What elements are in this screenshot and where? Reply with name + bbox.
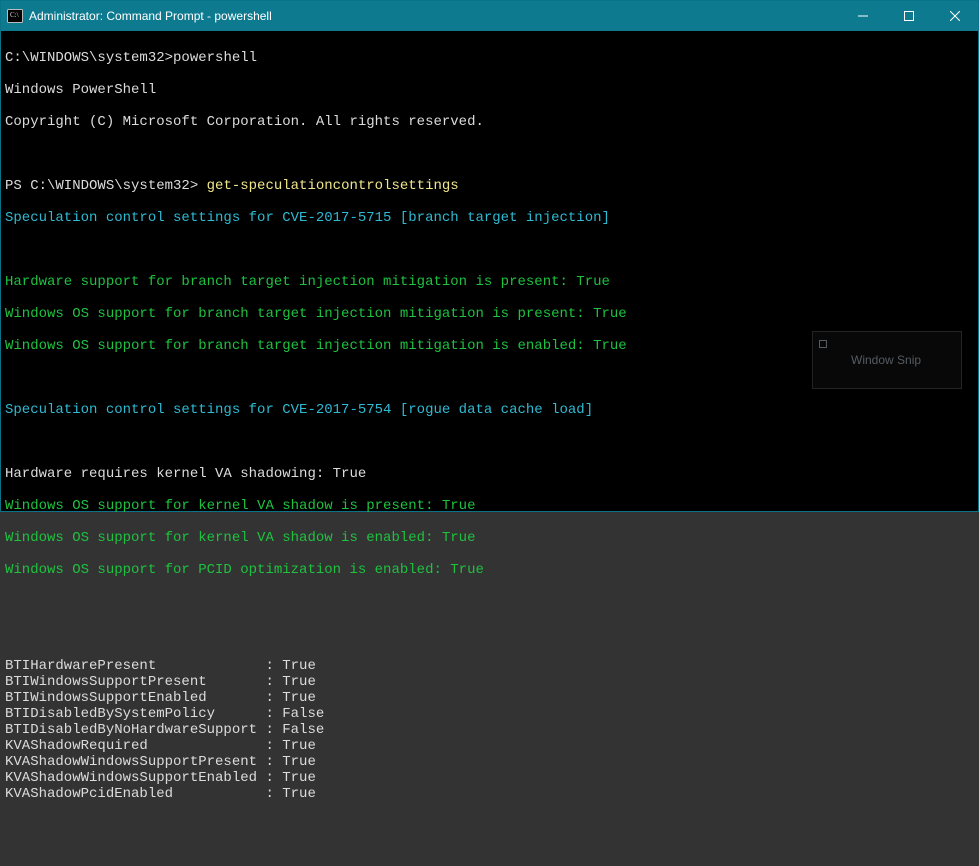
property-line: BTIDisabledByNoHardwareSupport : False bbox=[5, 722, 974, 738]
blank-line bbox=[5, 594, 974, 610]
property-line: BTIWindowsSupportPresent : True bbox=[5, 674, 974, 690]
blank-line bbox=[5, 626, 974, 642]
property-line: BTIDisabledBySystemPolicy : False bbox=[5, 706, 974, 722]
result-line: Hardware requires kernel VA shadowing: T… bbox=[5, 466, 974, 482]
close-button[interactable] bbox=[932, 1, 978, 31]
maximize-button[interactable] bbox=[886, 1, 932, 31]
ps-command: get-speculationcontrolsettings bbox=[207, 178, 459, 194]
snip-overlay-label: Window Snip bbox=[851, 353, 921, 367]
cmd-icon: C:\ bbox=[7, 8, 23, 24]
snip-overlay: Window Snip bbox=[812, 331, 962, 389]
property-line: KVAShadowPcidEnabled : True bbox=[5, 786, 974, 802]
banner-line: Copyright (C) Microsoft Corporation. All… bbox=[5, 114, 974, 130]
blank-line bbox=[5, 434, 974, 450]
result-line: Windows OS support for kernel VA shadow … bbox=[5, 530, 974, 546]
svg-text:C:\: C:\ bbox=[10, 11, 19, 19]
section-header: Speculation control settings for CVE-201… bbox=[5, 210, 974, 226]
property-line: BTIHardwarePresent : True bbox=[5, 658, 974, 674]
result-line: Hardware support for branch target injec… bbox=[5, 274, 974, 290]
minimize-button[interactable] bbox=[840, 1, 886, 31]
result-line: Windows OS support for PCID optimization… bbox=[5, 562, 974, 578]
titlebar[interactable]: C:\ Administrator: Command Prompt - powe… bbox=[1, 1, 978, 31]
result-line: Windows OS support for branch target inj… bbox=[5, 306, 974, 322]
prompt-path: C:\WINDOWS\system32> bbox=[5, 50, 173, 66]
blank-line bbox=[5, 242, 974, 258]
console-output[interactable]: C:\WINDOWS\system32>powershell Windows P… bbox=[1, 31, 978, 511]
section-header: Speculation control settings for CVE-201… bbox=[5, 402, 974, 418]
ps-prompt: PS C:\WINDOWS\system32> bbox=[5, 178, 207, 194]
terminal-window: C:\ Administrator: Command Prompt - powe… bbox=[0, 0, 979, 512]
window-title: Administrator: Command Prompt - powershe… bbox=[29, 9, 840, 23]
property-line: KVAShadowWindowsSupportEnabled : True bbox=[5, 770, 974, 786]
property-line: KVAShadowWindowsSupportPresent : True bbox=[5, 754, 974, 770]
blank-line bbox=[5, 146, 974, 162]
property-line: KVAShadowRequired : True bbox=[5, 738, 974, 754]
banner-line: Windows PowerShell bbox=[5, 82, 974, 98]
property-line: BTIWindowsSupportEnabled : True bbox=[5, 690, 974, 706]
prompt-cmd: powershell bbox=[173, 50, 257, 66]
